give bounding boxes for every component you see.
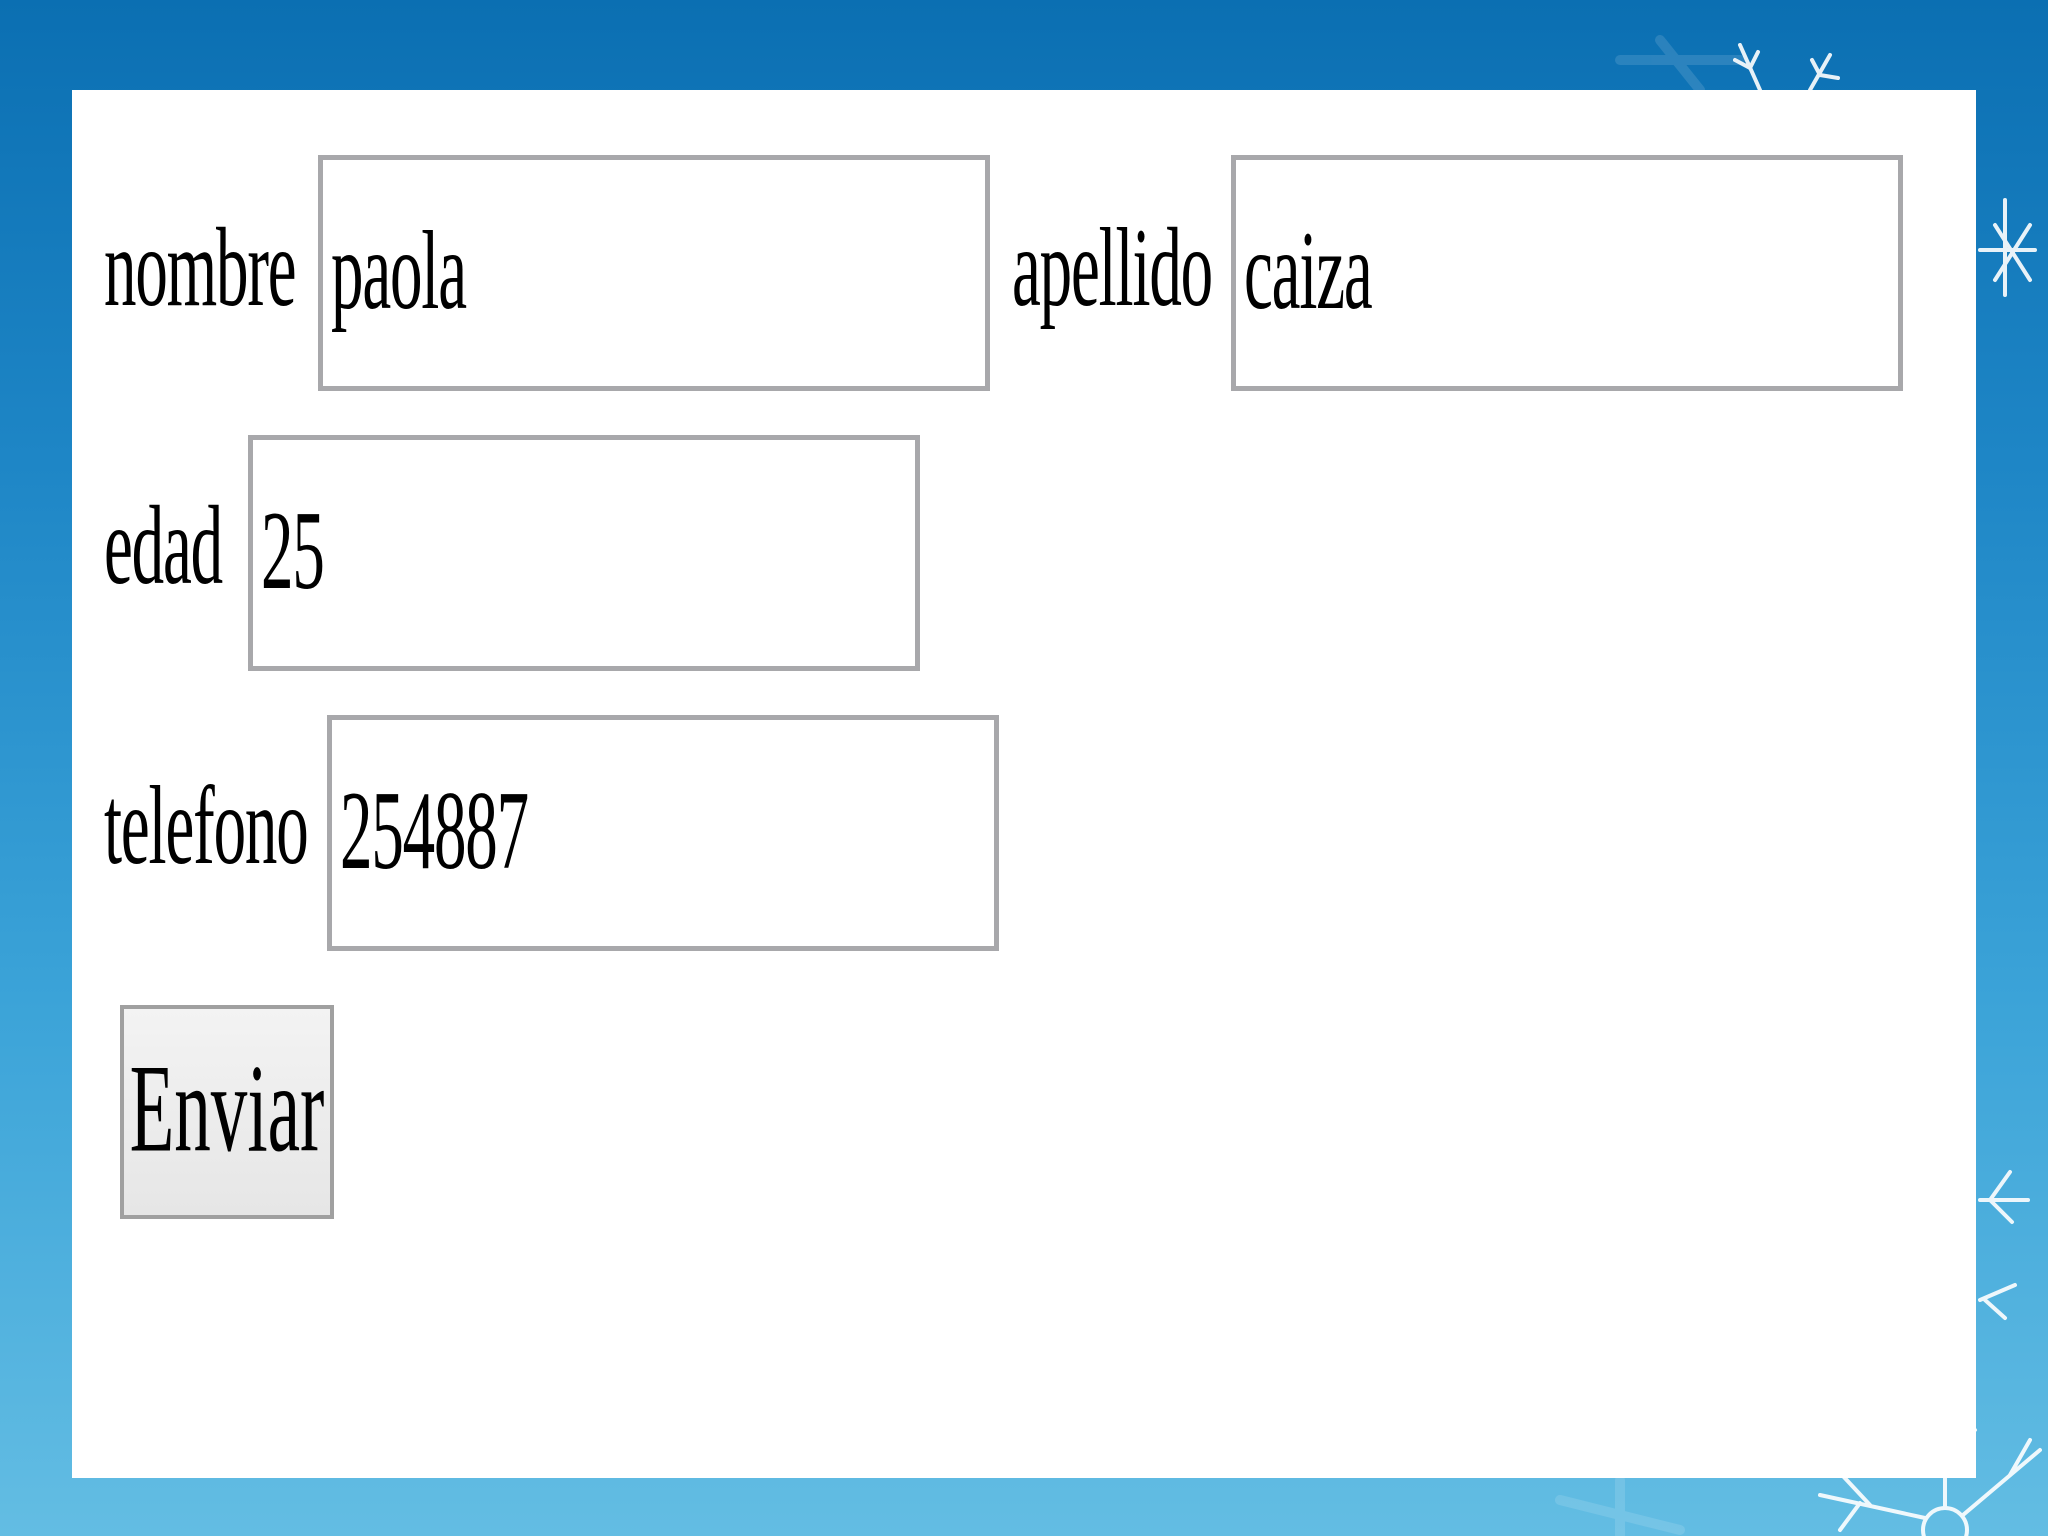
nombre-input-value: paola <box>331 208 467 333</box>
edad-input-value: 25 <box>261 488 325 613</box>
enviar-button[interactable]: Enviar <box>120 1005 334 1219</box>
snowflake-icon <box>1978 198 2037 297</box>
snowflake-icon <box>1978 1170 2030 1320</box>
telefono-label: telefono <box>104 764 309 888</box>
nombre-input[interactable]: paola <box>318 155 990 391</box>
edad-input[interactable]: 25 <box>248 435 920 671</box>
nombre-label: nombre <box>104 206 297 330</box>
apellido-input-value: caiza <box>1244 208 1373 333</box>
enviar-button-label: Enviar <box>129 1039 325 1179</box>
edad-label: edad <box>104 484 223 608</box>
apellido-input[interactable]: caiza <box>1231 155 1903 391</box>
telefono-input[interactable]: 254887 <box>327 715 999 951</box>
snowflake-icon <box>1733 43 1840 92</box>
telefono-input-value: 254887 <box>340 768 529 893</box>
form-panel: nombre paola apellido caiza edad 25 tele… <box>72 90 1976 1478</box>
apellido-label: apellido <box>1012 206 1213 330</box>
